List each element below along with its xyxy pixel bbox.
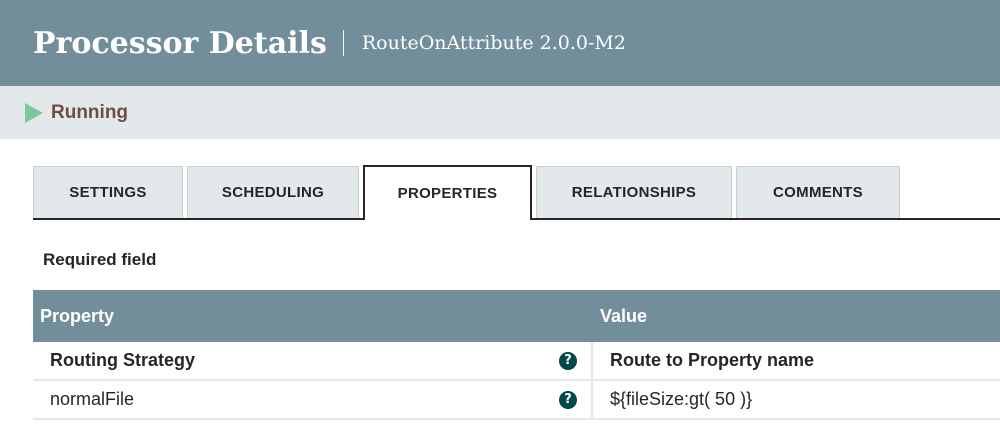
dialog-header: Processor Details RouteOnAttribute 2.0.0… bbox=[0, 0, 1000, 86]
tab-comments[interactable]: COMMENTS bbox=[736, 166, 900, 218]
table-header: Property Value bbox=[33, 290, 1000, 342]
processor-type: RouteOnAttribute 2.0.0-M2 bbox=[361, 32, 626, 54]
run-status-label: Running bbox=[51, 101, 129, 123]
help-icon[interactable]: ? bbox=[559, 351, 577, 370]
tab-relationships[interactable]: RELATIONSHIPS bbox=[536, 166, 732, 218]
dialog-title: Processor Details bbox=[33, 25, 327, 61]
help-icon[interactable]: ? bbox=[559, 390, 577, 409]
required-field-label: Required field bbox=[43, 250, 157, 269]
properties-table: Property Value Routing Strategy ? Route … bbox=[33, 290, 1000, 420]
column-header-value[interactable]: Value bbox=[593, 306, 1000, 327]
status-bar: Running bbox=[0, 86, 1000, 139]
property-name-cell: Routing Strategy ? bbox=[33, 342, 593, 379]
property-value-cell[interactable]: Route to Property name bbox=[593, 342, 1000, 379]
tab-scheduling[interactable]: SCHEDULING bbox=[187, 166, 359, 218]
table-row[interactable]: normalFile ? ${fileSize:gt( 50 )} bbox=[33, 381, 1000, 420]
property-name: Routing Strategy bbox=[50, 350, 196, 370]
title-separator bbox=[342, 30, 344, 56]
tab-settings[interactable]: SETTINGS bbox=[33, 166, 183, 218]
table-row[interactable]: Routing Strategy ? Route to Property nam… bbox=[33, 342, 1000, 381]
property-value-cell[interactable]: ${fileSize:gt( 50 )} bbox=[593, 381, 1000, 418]
property-name-cell: normalFile ? bbox=[33, 381, 593, 418]
column-header-property[interactable]: Property bbox=[33, 306, 593, 327]
play-icon bbox=[25, 102, 43, 123]
property-name: normalFile bbox=[50, 389, 135, 409]
tab-properties[interactable]: PROPERTIES bbox=[363, 165, 532, 220]
